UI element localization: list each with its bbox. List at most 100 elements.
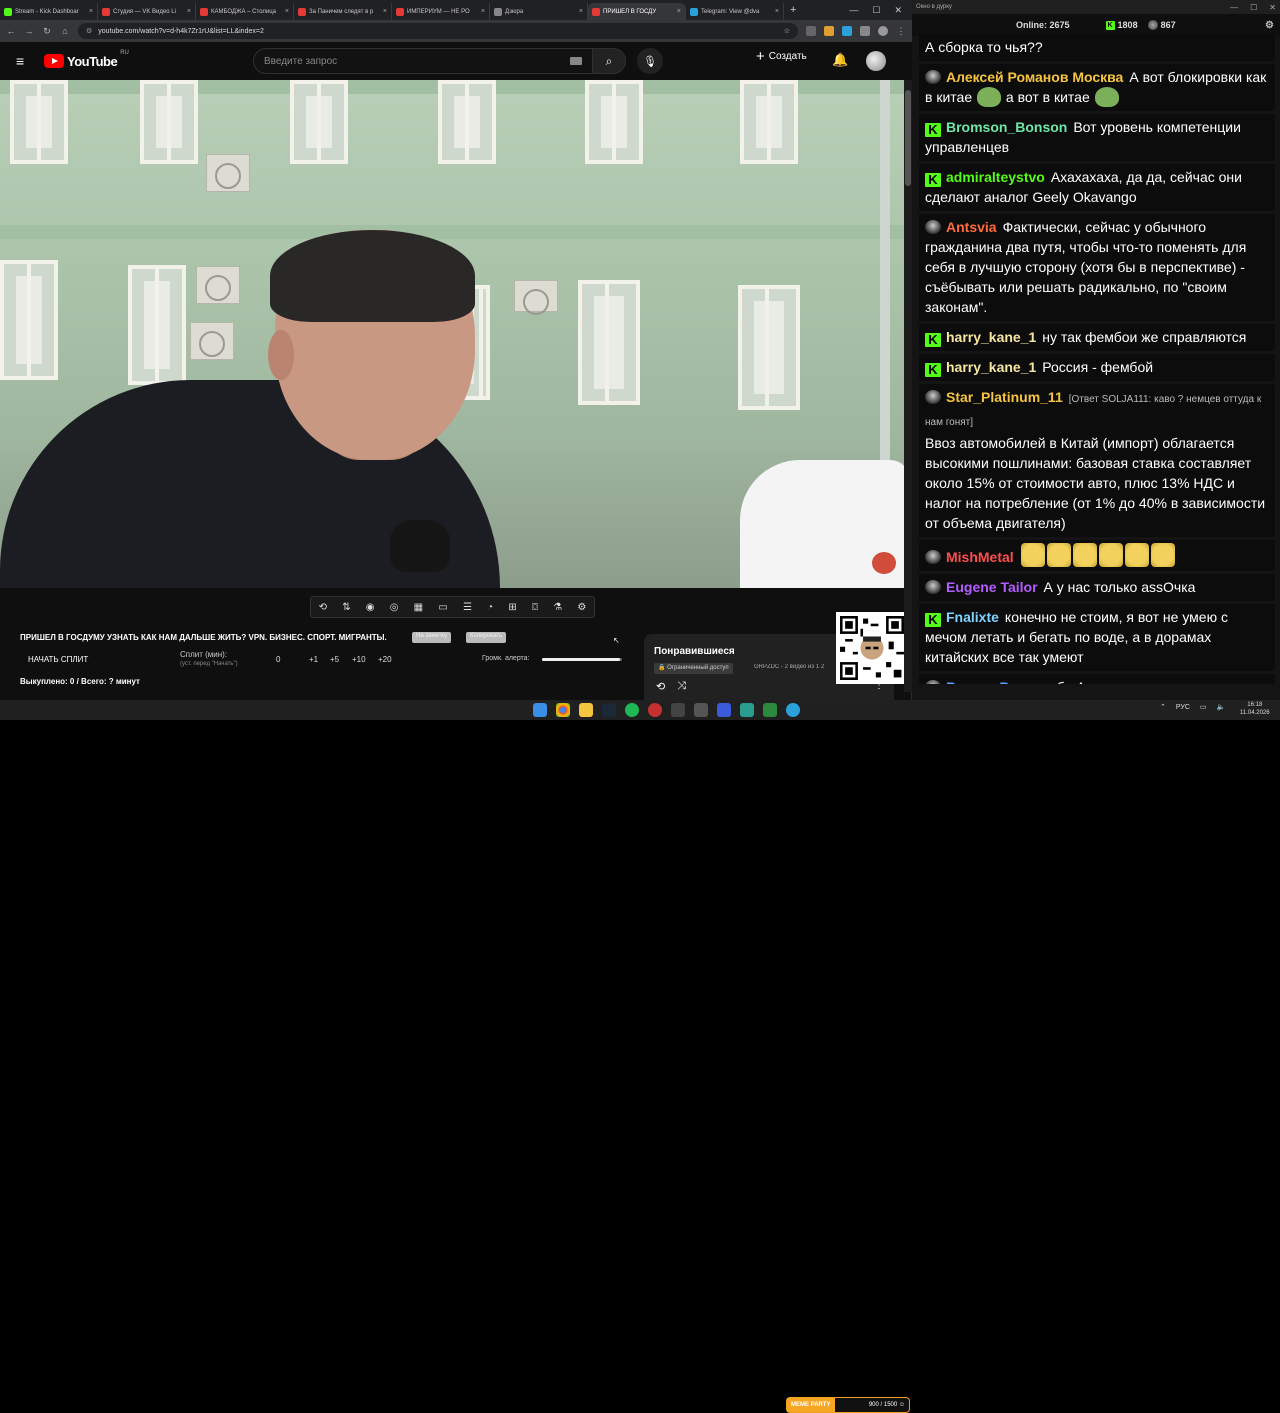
- minimize-button[interactable]: —: [1230, 3, 1238, 12]
- playlist-title[interactable]: Понравившиеся: [654, 646, 735, 657]
- profile-icon[interactable]: [878, 26, 888, 36]
- browser-tab[interactable]: КАМБОДЖА – Столица ×: [196, 3, 294, 20]
- start-icon[interactable]: [533, 703, 547, 717]
- close-tab-icon[interactable]: ×: [285, 8, 289, 15]
- youtube-logo[interactable]: YouTube RU: [44, 50, 129, 69]
- app-icon[interactable]: [671, 703, 685, 717]
- chat-nickname[interactable]: Star_Platinum_11: [946, 389, 1063, 405]
- tray-expand-icon[interactable]: ⌃: [1160, 703, 1166, 711]
- close-tab-icon[interactable]: ×: [89, 8, 93, 15]
- list-icon[interactable]: ☰: [463, 602, 472, 613]
- steam-icon[interactable]: [602, 703, 616, 717]
- maximize-button[interactable]: ☐: [872, 5, 880, 16]
- chat-nickname[interactable]: Fnalixte: [946, 609, 999, 625]
- browser-tab[interactable]: Stream - Kick Dashboar ×: [0, 3, 98, 20]
- app-icon[interactable]: [648, 703, 662, 717]
- back-icon[interactable]: ←: [6, 26, 16, 36]
- note-pill[interactable]: На заметку: [412, 632, 452, 643]
- close-window-button[interactable]: ✕: [1269, 3, 1276, 12]
- chat-nickname[interactable]: Алексей Романов Москва: [946, 69, 1123, 85]
- clock[interactable]: 16:18 11.04.2026: [1240, 701, 1270, 717]
- close-tab-icon[interactable]: ×: [775, 8, 779, 15]
- browser-tab[interactable]: ИМПЕРИУМ — НЕ РО ×: [392, 3, 490, 20]
- add-box-icon[interactable]: ⊞: [508, 602, 516, 613]
- page-scrollbar[interactable]: [904, 80, 912, 692]
- volume-icon[interactable]: 🔈: [1217, 703, 1226, 711]
- close-window-button[interactable]: ✕: [894, 5, 902, 16]
- chat-nickname[interactable]: Bromson_Bonson: [946, 119, 1067, 135]
- screen-icon[interactable]: ▭: [438, 602, 447, 613]
- copy-pill[interactable]: Копировать: [466, 632, 507, 643]
- repeat-icon[interactable]: ⟲: [656, 680, 665, 693]
- chat-nickname[interactable]: harry_kane_1: [946, 329, 1036, 345]
- browser-tab[interactable]: За Паничем следят в р ×: [294, 3, 392, 20]
- forward-icon[interactable]: →: [24, 26, 34, 36]
- split-step-button[interactable]: +20: [378, 655, 392, 664]
- search-input[interactable]: Введите запрос: [253, 48, 593, 74]
- clapper-icon[interactable]: ▦: [414, 602, 423, 613]
- split-step-button[interactable]: +1: [309, 655, 318, 664]
- browser-tab[interactable]: ПРИШЕЛ В ГОСДУ ×: [588, 3, 686, 20]
- split-step-button[interactable]: +5: [330, 655, 339, 664]
- avatar[interactable]: [866, 51, 886, 71]
- reload-icon[interactable]: ↻: [42, 26, 52, 37]
- spotify-icon[interactable]: [625, 703, 639, 717]
- chrome-icon[interactable]: [556, 703, 570, 717]
- settings-icon[interactable]: ⚙: [577, 602, 586, 613]
- sort-icon[interactable]: ⇅: [342, 602, 350, 613]
- close-tab-icon[interactable]: ×: [481, 8, 485, 15]
- maximize-button[interactable]: ☐: [1250, 3, 1257, 12]
- omnibox[interactable]: ⚙ youtube.com/watch?v=d-h4k7Zr1rU&list=L…: [78, 23, 798, 39]
- browser-tab[interactable]: Дзюра ×: [490, 3, 588, 20]
- close-tab-icon[interactable]: ×: [677, 8, 681, 15]
- shuffle-icon[interactable]: ⤨: [677, 680, 686, 693]
- loop-icon[interactable]: ⟲: [319, 602, 327, 613]
- speed-icon[interactable]: ◔: [487, 602, 493, 613]
- network-icon[interactable]: ▭: [1200, 703, 1207, 711]
- explorer-icon[interactable]: [579, 703, 593, 717]
- chat-nickname[interactable]: harry_kane_1: [946, 359, 1036, 375]
- chat-nickname[interactable]: Eugene Tailor: [946, 579, 1038, 595]
- new-tab-button[interactable]: +: [790, 4, 796, 16]
- extension-icon[interactable]: [806, 26, 816, 36]
- scrollbar-thumb[interactable]: [905, 90, 911, 186]
- video-player[interactable]: [0, 80, 904, 588]
- chat-settings-icon[interactable]: ⚙: [1265, 20, 1274, 31]
- meme-party-widget[interactable]: MEME PARTY 900 / 1500 ☺: [786, 1397, 910, 1413]
- keyboard-icon[interactable]: [570, 57, 582, 65]
- chat-nickname[interactable]: Виктор В.: [946, 679, 1013, 684]
- app-icon[interactable]: [763, 703, 777, 717]
- media-player-icon[interactable]: [717, 703, 731, 717]
- watch-icon[interactable]: ◎: [390, 602, 399, 613]
- close-tab-icon[interactable]: ×: [383, 8, 387, 15]
- url-text[interactable]: youtube.com/watch?v=d-h4k7Zr1rU&list=LL&…: [98, 28, 264, 35]
- flask-icon[interactable]: ⚗: [553, 602, 562, 613]
- notifications-bell-icon[interactable]: 🔔: [832, 52, 848, 68]
- minimize-button[interactable]: —: [849, 5, 858, 15]
- site-info-icon[interactable]: ⚙: [86, 27, 92, 35]
- browser-tab[interactable]: Студия — VK Видео Li ×: [98, 3, 196, 20]
- bookmark-star-icon[interactable]: ☆: [784, 27, 790, 35]
- voice-search-button[interactable]: 🎙: [637, 48, 663, 74]
- home-icon[interactable]: ⌂: [60, 26, 70, 36]
- app-icon[interactable]: [740, 703, 754, 717]
- camera-icon[interactable]: ⌼: [532, 602, 538, 613]
- menu-icon[interactable]: ≡: [16, 53, 30, 69]
- language-indicator[interactable]: РУС: [1176, 704, 1190, 711]
- telegram-icon[interactable]: [786, 703, 800, 717]
- chat-nickname[interactable]: admiralteystvo: [946, 169, 1045, 185]
- close-tab-icon[interactable]: ×: [579, 8, 583, 15]
- extension-icon[interactable]: [860, 26, 870, 36]
- split-step-button[interactable]: +10: [352, 655, 366, 664]
- start-split-button[interactable]: НАЧАТЬ СПЛИТ: [28, 655, 88, 664]
- app-icon[interactable]: [694, 703, 708, 717]
- chat-nickname[interactable]: Antsvia: [946, 219, 997, 235]
- browser-menu-icon[interactable]: ⋮: [896, 26, 906, 37]
- broadcast-icon[interactable]: ◉: [366, 602, 375, 613]
- extension-icon[interactable]: [824, 26, 834, 36]
- extension-icon[interactable]: [842, 26, 852, 36]
- create-button[interactable]: + Создать: [756, 49, 807, 64]
- chat-nickname[interactable]: MishMetal: [946, 549, 1014, 565]
- alert-volume-slider[interactable]: [542, 658, 622, 661]
- search-button[interactable]: ⌕: [592, 48, 626, 74]
